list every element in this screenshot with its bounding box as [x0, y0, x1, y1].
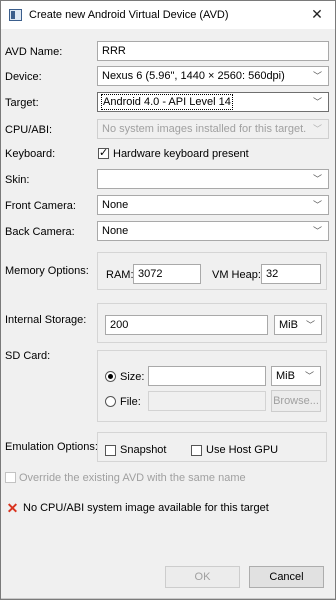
cpu-abi-select-value: No system images installed for this targ… — [102, 123, 307, 135]
use-host-gpu-label: Use Host GPU — [206, 444, 279, 456]
front-camera-select-value: None — [102, 199, 129, 211]
window-title: Create new Android Virtual Device (AVD) — [29, 9, 229, 21]
sd-card-group: Size: MiB ﹀ File: Browse... — [97, 350, 327, 422]
device-select-value: Nexus 6 (5.96", 1440 × 2560: 560dpi) — [102, 70, 285, 82]
device-select[interactable]: Nexus 6 (5.96", 1440 × 2560: 560dpi) ﹀ — [97, 66, 329, 86]
bottom-divider — [1, 598, 335, 599]
chevron-down-icon: ﹀ — [312, 71, 322, 81]
close-icon[interactable]: ✕ — [309, 6, 325, 22]
skin-select[interactable]: ﹀ — [97, 169, 329, 189]
back-camera-label: Back Camera: — [5, 226, 75, 238]
sd-size-radio[interactable] — [105, 371, 116, 382]
emulation-options-group: Snapshot Use Host GPU — [97, 432, 327, 462]
cpu-abi-label: CPU/ABI: — [5, 124, 53, 136]
vm-heap-input[interactable]: 32 — [261, 264, 321, 284]
memory-options-label: Memory Options: — [5, 265, 89, 277]
back-camera-select[interactable]: None ﹀ — [97, 221, 329, 241]
skin-label: Skin: — [5, 174, 30, 186]
internal-storage-unit-value: MiB — [279, 319, 298, 331]
sd-file-input[interactable] — [148, 391, 266, 411]
chevron-down-icon: ﹀ — [312, 97, 322, 107]
target-select-value: Android 4.0 - API Level 14 — [101, 94, 233, 110]
cpu-abi-select[interactable]: No system images installed for this targ… — [97, 119, 329, 139]
browse-button[interactable]: Browse... — [271, 390, 321, 412]
keyboard-label: Keyboard: — [5, 148, 56, 160]
sd-size-unit-value: MiB — [276, 370, 295, 382]
sd-size-input[interactable] — [148, 366, 266, 386]
sd-file-label: File: — [120, 396, 141, 408]
override-label: Override the existing AVD with the same … — [19, 472, 246, 484]
back-camera-select-value: None — [102, 225, 129, 237]
use-host-gpu-checkbox[interactable] — [191, 445, 202, 456]
error-message: No CPU/ABI system image available for th… — [23, 502, 269, 514]
ram-label: RAM: — [106, 269, 134, 281]
window-app-icon — [9, 9, 22, 21]
avd-name-label: AVD Name: — [5, 46, 63, 58]
chevron-down-icon: ﹀ — [312, 124, 322, 134]
sd-card-label: SD Card: — [5, 350, 51, 362]
front-camera-label: Front Camera: — [5, 200, 76, 212]
emulation-options-label: Emulation Options: — [5, 441, 98, 453]
ok-button[interactable]: OK — [165, 566, 240, 588]
sd-size-unit-select[interactable]: MiB ﹀ — [271, 366, 321, 386]
hardware-keyboard-checkbox[interactable] — [98, 146, 109, 159]
avd-dialog: Create new Android Virtual Device (AVD) … — [0, 0, 336, 600]
cancel-button[interactable]: Cancel — [249, 566, 324, 588]
vm-heap-label: VM Heap: — [212, 269, 261, 281]
snapshot-checkbox[interactable] — [105, 445, 116, 456]
title-bar: Create new Android Virtual Device (AVD) … — [1, 1, 335, 29]
chevron-down-icon: ﹀ — [312, 226, 322, 236]
internal-storage-input[interactable]: 200 — [105, 315, 268, 335]
sd-file-radio[interactable] — [105, 396, 116, 407]
front-camera-select[interactable]: None ﹀ — [97, 195, 329, 215]
hardware-keyboard-label: Hardware keyboard present — [113, 148, 249, 160]
target-select[interactable]: Android 4.0 - API Level 14 ﹀ — [97, 92, 329, 112]
target-label: Target: — [5, 97, 39, 109]
chevron-down-icon: ﹀ — [312, 174, 322, 184]
ram-input[interactable]: 3072 — [133, 264, 201, 284]
error-icon: ✕ — [6, 500, 19, 516]
chevron-down-icon: ﹀ — [304, 371, 314, 381]
override-checkbox[interactable] — [5, 472, 16, 483]
snapshot-label: Snapshot — [120, 444, 167, 456]
internal-storage-group: 200 MiB ﹀ — [97, 303, 327, 343]
device-label: Device: — [5, 71, 42, 83]
chevron-down-icon: ﹀ — [312, 200, 322, 210]
internal-storage-unit-select[interactable]: MiB ﹀ — [274, 315, 322, 335]
memory-options-group: RAM: 3072 VM Heap: 32 — [97, 252, 327, 290]
sd-size-label: Size: — [120, 371, 145, 383]
internal-storage-label: Internal Storage: — [5, 314, 87, 326]
chevron-down-icon: ﹀ — [305, 320, 315, 330]
avd-name-input[interactable]: RRR — [97, 41, 329, 61]
